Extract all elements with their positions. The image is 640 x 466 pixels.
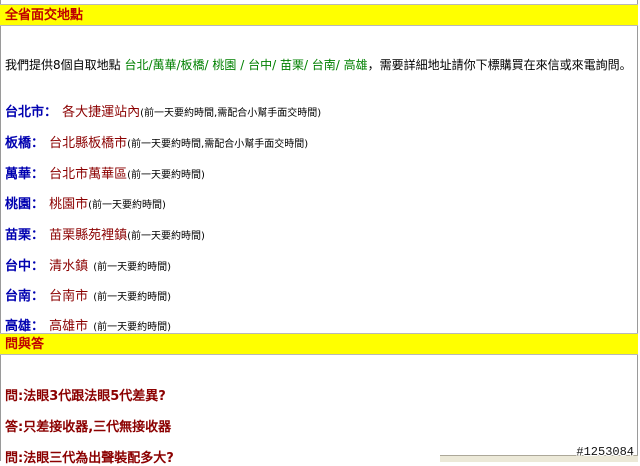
location-city: 台北市： [5, 105, 58, 120]
location-item: 台南： 台南市 (前一天要約時間) [5, 285, 172, 304]
location-note: (前一天要約時間,需配合小幫手面交時間) [140, 108, 322, 119]
section-title-faq: 問與答 [5, 337, 45, 352]
location-item: 高雄： 高雄市 (前一天要約時間) [5, 315, 172, 334]
location-city: 板橋： [5, 136, 45, 151]
location-item: 台北市： 各大捷運站內(前一天要約時間,需配合小幫手面交時間) [5, 101, 322, 120]
location-city: 高雄： [5, 319, 45, 334]
location-place: 清水鎮 [49, 259, 89, 274]
intro-prefix: 我們提供8個自取地點 [5, 58, 121, 72]
intro-areas: 台北/萬華/板橋/ 桃園 / 台中/ 苗栗/ 台南/ 高雄 [124, 58, 368, 72]
location-place: 桃園市 [49, 197, 89, 212]
intro-suffix: ，需要詳細地址請你下標購買在來信或來電詢問。 [367, 58, 632, 72]
location-item: 桃園： 桃園市(前一天要約時間) [5, 193, 166, 212]
location-place: 苗栗縣苑裡鎮 [49, 228, 128, 243]
location-city: 台中： [5, 259, 45, 274]
location-note: (前一天要約時間) [93, 292, 172, 303]
location-item: 苗栗： 苗栗縣苑裡鎮(前一天要約時間) [5, 224, 205, 243]
location-city: 桃園： [5, 197, 45, 212]
location-place: 各大捷運站內 [62, 105, 141, 120]
location-item: 台中： 清水鎮 (前一天要約時間) [5, 255, 172, 274]
location-place: 台北市萬華區 [49, 167, 128, 182]
location-note: (前一天要約時間) [93, 322, 172, 333]
location-city: 台南： [5, 289, 45, 304]
faq-question: 問:法眼3代跟法眼5代差異? [5, 389, 166, 404]
location-note: (前一天要約時間,需配合小幫手面交時間) [127, 139, 309, 150]
location-note: (前一天要約時間) [88, 200, 166, 211]
intro-paragraph: 我們提供8個自取地點 台北/萬華/板橋/ 桃園 / 台中/ 苗栗/ 台南/ 高雄… [5, 57, 633, 73]
location-note: (前一天要約時間) [127, 231, 205, 242]
faq-answer: 答:只差接收器,三代無接收器 [5, 420, 172, 435]
location-item: 萬華： 台北市萬華區(前一天要約時間) [5, 163, 205, 182]
location-place: 高雄市 [49, 319, 89, 334]
location-item: 板橋： 台北縣板橋市(前一天要約時間,需配合小幫手面交時間) [5, 132, 309, 151]
image-watermark: #1253084 [576, 445, 634, 459]
faq-question: 問:法眼三代為出聲裝配多大? [5, 451, 174, 466]
location-note: (前一天要約時間) [93, 262, 172, 273]
location-note: (前一天要約時間) [127, 170, 205, 181]
section-header-faq: 問與答 [0, 333, 638, 355]
location-city: 苗栗： [5, 228, 45, 243]
section-title-pickup: 全省面交地點 [5, 8, 84, 23]
location-place: 台南市 [49, 289, 89, 304]
location-city: 萬華： [5, 167, 45, 182]
location-place: 台北縣板橋市 [49, 136, 128, 151]
section-header-pickup: 全省面交地點 [0, 4, 638, 26]
